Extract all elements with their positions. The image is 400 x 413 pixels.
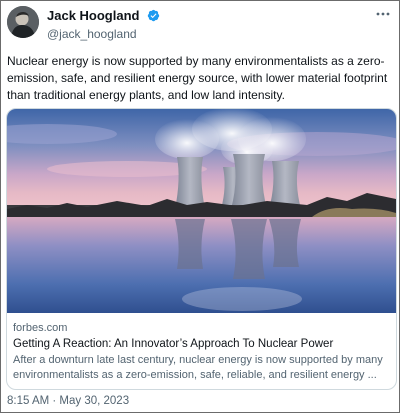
author-names: Jack Hoogland @jack_hoogland xyxy=(47,7,160,42)
link-preview-card[interactable]: forbes.com Getting A Reaction: An Innova… xyxy=(6,108,397,390)
card-meta: forbes.com Getting A Reaction: An Innova… xyxy=(13,321,390,383)
card-description: After a downturn late last century, nucl… xyxy=(13,354,383,381)
nuclear-cooling-towers-photo-icon xyxy=(7,109,396,313)
author-display-name[interactable]: Jack Hoogland xyxy=(47,8,139,23)
tweet-header: Jack Hoogland @jack_hoogland xyxy=(7,6,393,42)
verified-badge-icon xyxy=(147,10,160,22)
avatar[interactable] xyxy=(7,6,39,38)
card-title[interactable]: Getting A Reaction: An Innovator’s Appro… xyxy=(13,337,390,352)
tweet-container: Jack Hoogland @jack_hoogland Nuclear ene… xyxy=(0,0,400,413)
tweet-timestamp[interactable]: 8:15 AM · May 30, 2023 xyxy=(7,394,129,408)
author-handle[interactable]: @jack_hoogland xyxy=(47,27,160,42)
more-horizontal-icon[interactable] xyxy=(375,8,391,20)
tweet-text: Nuclear energy is now supported by many … xyxy=(7,54,388,102)
card-domain: forbes.com xyxy=(13,322,68,334)
person-avatar-icon xyxy=(7,6,39,38)
